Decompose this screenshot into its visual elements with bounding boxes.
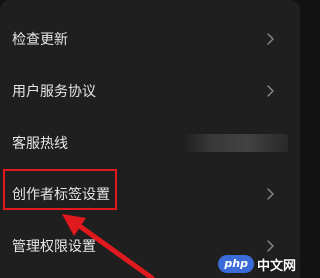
chevron-right-icon bbox=[266, 183, 276, 205]
settings-panel: 检查更新 用户服务协议 客服热线 创作者标签设置 管理权限设置 bbox=[0, 0, 300, 278]
chevron-right-icon bbox=[266, 28, 276, 50]
highlight-box bbox=[3, 169, 117, 210]
settings-item-check-update[interactable]: 检查更新 bbox=[0, 14, 300, 64]
watermark-text: 中文网 bbox=[256, 258, 296, 274]
settings-item-user-agreement[interactable]: 用户服务协议 bbox=[0, 66, 300, 116]
settings-item-label: 用户服务协议 bbox=[12, 84, 96, 100]
chevron-right-icon bbox=[266, 80, 276, 102]
hotline-number-blurred bbox=[184, 134, 288, 152]
watermark: php 中文网 bbox=[218, 254, 296, 274]
settings-screen: 检查更新 用户服务协议 客服热线 创作者标签设置 管理权限设置 php 中文网 bbox=[0, 0, 300, 278]
settings-item-label: 管理权限设置 bbox=[12, 239, 96, 255]
watermark-badge: php bbox=[218, 255, 254, 273]
settings-item-label: 客服热线 bbox=[12, 136, 68, 152]
settings-item-customer-hotline[interactable]: 客服热线 bbox=[0, 118, 300, 168]
settings-item-label: 检查更新 bbox=[12, 32, 68, 48]
